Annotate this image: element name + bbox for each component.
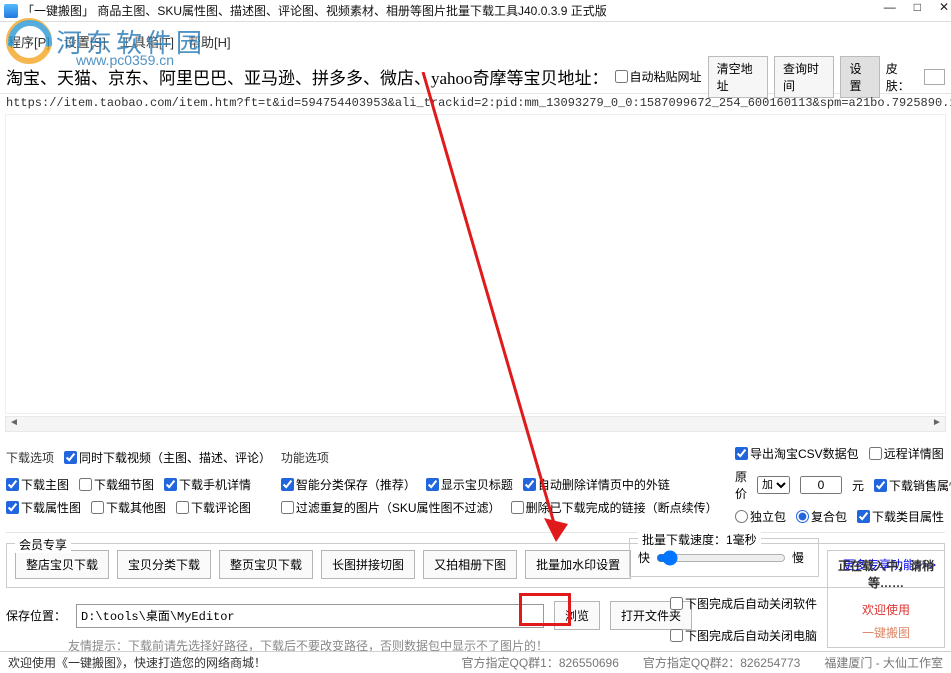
speed-panel: 批量下载速度：1毫秒 快 慢	[629, 538, 819, 577]
download-attr-checkbox[interactable]: 下载属性图	[6, 499, 81, 516]
download-options-header: 下载选项	[6, 445, 54, 470]
long-image-button[interactable]: 长图拼接切图	[321, 550, 415, 579]
standalone-pack-radio[interactable]: 独立包	[735, 508, 786, 525]
remove-links-checkbox[interactable]: 自动删除详情页中的外链	[523, 476, 670, 493]
status-welcome: 欢迎使用《一键搬图》，快速打造您的网络商城！	[8, 654, 266, 671]
speed-fast-label: 快	[638, 549, 650, 566]
filter-dup-checkbox[interactable]: 过滤重复的图片（SKU属性图不过滤）	[281, 499, 501, 516]
price-label: 原价	[735, 468, 747, 502]
yupoo-button[interactable]: 又拍相册下图	[423, 550, 517, 579]
save-path-input[interactable]	[76, 604, 544, 628]
download-review-checkbox[interactable]: 下载评论图	[176, 499, 251, 516]
scroll-left-icon[interactable]: ◄	[6, 417, 22, 431]
combo-pack-radio[interactable]: 复合包	[796, 508, 847, 525]
save-path-label: 保存位置：	[6, 607, 66, 624]
url-text: https://item.taobao.com/item.htm?ft=t&id…	[0, 94, 951, 114]
skin-label: 皮肤：	[886, 60, 918, 94]
maximize-button[interactable]: □	[914, 0, 921, 14]
minimize-button[interactable]: —	[884, 0, 896, 14]
content-area	[5, 114, 946, 414]
statusbar: 欢迎使用《一键搬图》，快速打造您的网络商城！ 官方指定QQ群1：82655069…	[0, 651, 951, 673]
download-other-checkbox[interactable]: 下载其他图	[91, 499, 166, 516]
app-icon	[4, 4, 18, 18]
window-title: 「一键搬图」 商品主图、SKU属性图、描述图、评论图、视频素材、相册等图片批量下…	[22, 2, 607, 19]
status-location: 福建厦门 - 大仙工作室	[824, 654, 943, 671]
status-qq1: 官方指定QQ群1：826550696	[461, 654, 618, 671]
loading-welcome: 欢迎使用	[834, 601, 938, 618]
loading-text: 正在载入中，请稍等……	[834, 557, 938, 591]
skin-picker[interactable]	[924, 69, 945, 85]
loading-panel: 正在载入中，请稍等…… 欢迎使用 一键搬图	[827, 550, 945, 648]
clear-address-button[interactable]: 清空地址	[708, 56, 768, 98]
speed-header: 批量下载速度：1毫秒	[638, 531, 761, 548]
close-button[interactable]: ✕	[939, 0, 949, 14]
download-video-checkbox[interactable]: 同时下载视频（主图、描述、评论）	[64, 449, 271, 466]
auto-close-app-checkbox[interactable]: 下图完成后自动关闭软件	[670, 595, 817, 612]
speed-slow-label: 慢	[792, 549, 804, 566]
download-main-checkbox[interactable]: 下载主图	[6, 476, 69, 493]
whole-shop-button[interactable]: 整店宝贝下载	[15, 550, 109, 579]
download-cat-attr-checkbox[interactable]: 下载类目属性	[857, 508, 944, 525]
show-title-checkbox[interactable]: 显示宝贝标题	[426, 476, 513, 493]
auto-close-pc-checkbox[interactable]: 下图完成后自动关闭电脑	[670, 627, 817, 644]
query-time-button[interactable]: 查询时间	[774, 56, 834, 98]
auto-close-panel: 下图完成后自动关闭软件 下图完成后自动关闭电脑	[670, 595, 817, 645]
download-mobile-checkbox[interactable]: 下载手机详情	[164, 476, 251, 493]
status-qq2: 官方指定QQ群2：826254773	[643, 654, 800, 671]
export-options-panel: 导出淘宝CSV数据包 远程详情图 原价 加 元 下载销售属性 独立包 复合包 下…	[735, 442, 945, 528]
watermark-url: www.pc0359.cn	[76, 52, 174, 68]
watermark-logo	[6, 18, 52, 64]
settings-button[interactable]: 设置	[840, 56, 879, 98]
download-sale-attr-checkbox[interactable]: 下载销售属性	[874, 477, 951, 494]
auto-paste-checkbox[interactable]: 自动粘贴网址	[615, 68, 702, 85]
browse-button[interactable]: 浏览	[554, 601, 600, 630]
function-options-panel: 功能选项 智能分类保存（推荐） 显示宝贝标题 自动删除详情页中的外链 过滤重复的…	[281, 442, 729, 528]
download-detail-checkbox[interactable]: 下载细节图	[79, 476, 154, 493]
price-value-input[interactable]	[800, 476, 842, 494]
speed-slider[interactable]	[656, 550, 786, 566]
price-unit: 元	[852, 477, 864, 494]
watermark: 河东软件园 www.pc0359.cn	[6, 18, 206, 64]
horizontal-scrollbar[interactable]: ◄ ►	[5, 416, 946, 432]
member-header: 会员专享	[15, 536, 71, 553]
scroll-right-icon[interactable]: ►	[929, 417, 945, 431]
smart-sort-checkbox[interactable]: 智能分类保存（推荐）	[281, 476, 416, 493]
download-options-panel: 下载选项 同时下载视频（主图、描述、评论） 下载主图 下载细节图 下载手机详情 …	[6, 442, 275, 528]
category-button[interactable]: 宝贝分类下载	[117, 550, 211, 579]
export-csv-checkbox[interactable]: 导出淘宝CSV数据包	[735, 445, 859, 462]
loading-appname: 一键搬图	[834, 624, 938, 641]
price-op-select[interactable]: 加	[757, 476, 790, 494]
function-options-header: 功能选项	[281, 445, 329, 470]
remove-done-checkbox[interactable]: 删除已下载完成的链接（断点续传）	[511, 499, 718, 516]
whole-page-button[interactable]: 整页宝贝下载	[219, 550, 313, 579]
watermark-button[interactable]: 批量加水印设置	[525, 550, 631, 579]
remote-detail-checkbox[interactable]: 远程详情图	[869, 445, 944, 462]
